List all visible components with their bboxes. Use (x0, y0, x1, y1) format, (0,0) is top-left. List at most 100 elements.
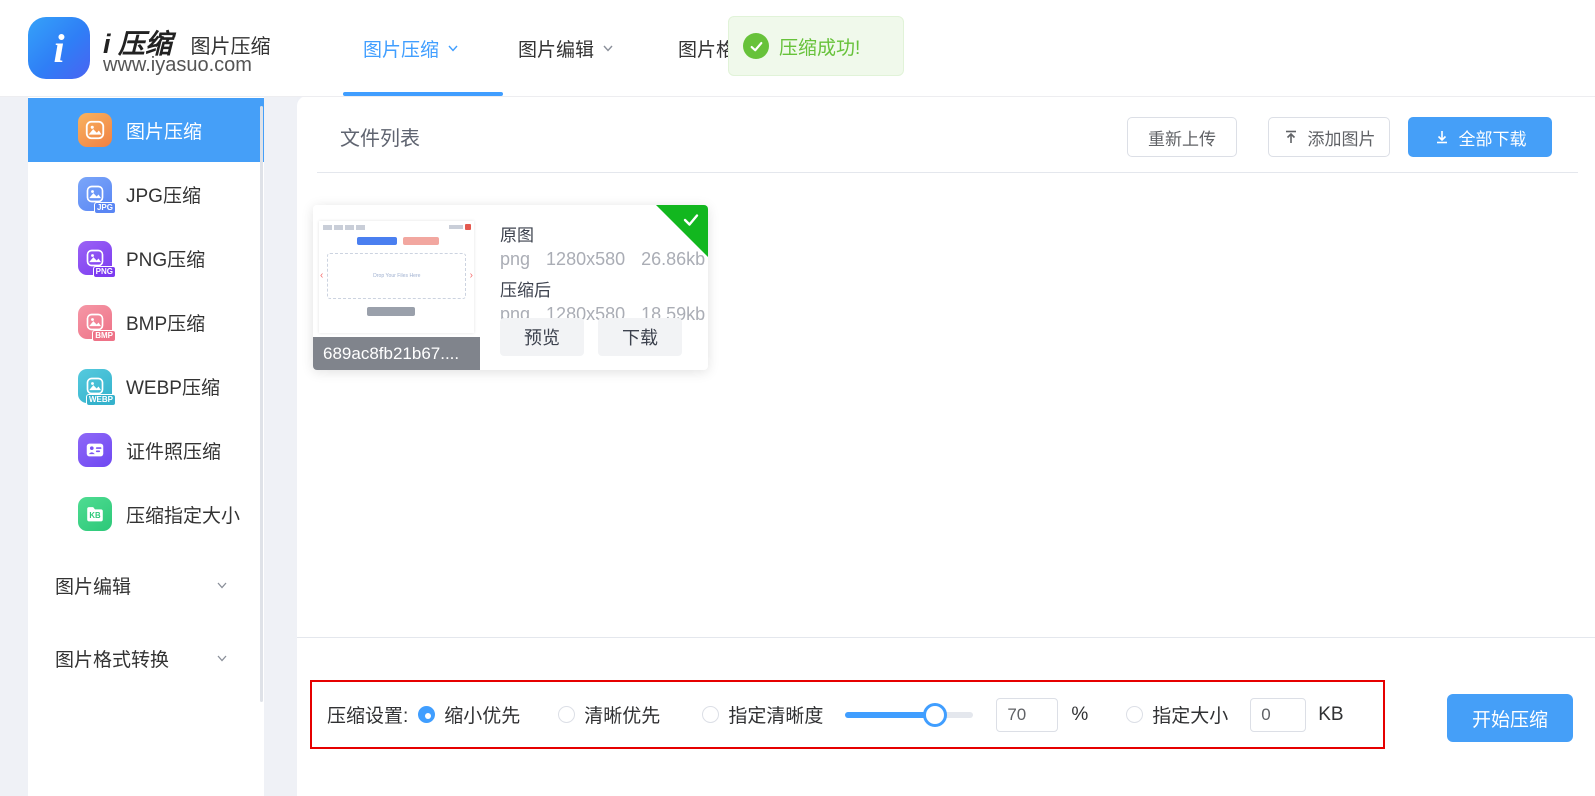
original-dimensions: 1280x580 (546, 249, 625, 270)
original-format: png (500, 249, 530, 270)
success-toast: 压缩成功! (728, 16, 904, 76)
success-check-icon (743, 33, 769, 59)
sidebar-item-label: JPG压缩 (126, 181, 201, 208)
radio-clarity-priority[interactable]: 清晰优先 (558, 701, 660, 728)
radio-button[interactable] (1126, 706, 1143, 723)
file-card: Drop Your Files Here ‹ › 689ac8fb21b67..… (313, 205, 708, 370)
compressed-label: 压缩后 (500, 276, 705, 301)
app-body: 图片压缩 JPG JPG压缩 PNG PNG压缩 BMP (0, 96, 1595, 796)
kb-size-icon: KB (78, 497, 112, 531)
image-compress-icon (78, 113, 112, 147)
section-label: 图片格式转换 (55, 645, 169, 672)
preview-button[interactable]: 预览 (500, 318, 584, 356)
radio-button[interactable] (558, 706, 575, 723)
active-tab-underline (343, 92, 503, 96)
sidebar-scrollbar[interactable] (260, 106, 263, 702)
tab-image-compress[interactable]: 图片压缩 (363, 0, 459, 96)
slider-thumb[interactable] (923, 703, 947, 727)
chevron-down-icon (447, 42, 459, 54)
download-icon (1434, 129, 1450, 145)
chevron-down-icon (216, 652, 228, 664)
jpg-badge: JPG (94, 202, 116, 214)
brand-url: www.iyasuo.com (103, 54, 252, 77)
sidebar-item-id-photo-compress[interactable]: 证件照压缩 (28, 418, 264, 482)
add-images-button[interactable]: 添加图片 (1268, 117, 1390, 157)
reupload-button[interactable]: 重新上传 (1127, 117, 1237, 157)
radio-label: 缩小优先 (444, 701, 520, 728)
compression-settings-bar: 压缩设置: 缩小优先 清晰优先 指定清晰度 % 指定大小 (310, 680, 1385, 749)
svg-text:KB: KB (89, 511, 101, 520)
chevron-down-icon (602, 42, 614, 54)
mini-dropzone: Drop Your Files Here (327, 253, 466, 299)
size-unit: KB (1318, 704, 1343, 726)
sidebar-section-format-convert[interactable]: 图片格式转换 (28, 633, 264, 683)
radio-shrink-priority[interactable]: 缩小优先 (418, 701, 520, 728)
quality-unit: % (1071, 704, 1088, 726)
tab-image-edit[interactable]: 图片编辑 (518, 0, 614, 96)
tab-label: 图片压缩 (363, 35, 439, 62)
content-gutter (264, 96, 297, 796)
radio-specify-clarity[interactable]: 指定清晰度 (702, 701, 823, 728)
radio-button[interactable] (702, 706, 719, 723)
mini-header-right (449, 224, 471, 230)
bmp-badge: BMP (92, 330, 116, 342)
sidebar-item-label: 图片压缩 (126, 117, 202, 144)
app-header: i i 压缩 图片压缩 www.iyasuo.com 图片压缩 图片编辑 图片格… (0, 0, 1595, 96)
bottom-separator (297, 637, 1595, 638)
original-meta: png 1280x580 26.86kb (500, 249, 705, 270)
mini-right-arrow-icon: › (470, 271, 473, 281)
original-size: 26.86kb (641, 249, 705, 270)
filename-text: 689ac8fb21b67.... (323, 344, 459, 364)
sidebar-item-webp-compress[interactable]: WEBP WEBP压缩 (28, 354, 264, 418)
radio-label: 指定清晰度 (728, 701, 823, 728)
main-panel: 文件列表 重新上传 添加图片 全部下载 Drop Your Files H (297, 96, 1595, 796)
sidebar: 图片压缩 JPG JPG压缩 PNG PNG压缩 BMP (28, 96, 264, 796)
section-label: 图片编辑 (55, 572, 131, 599)
webp-badge: WEBP (86, 394, 116, 406)
sidebar-item-label: WEBP压缩 (126, 373, 220, 400)
toast-message: 压缩成功! (779, 33, 860, 60)
thumbnail-mini-page: Drop Your Files Here ‹ › (319, 221, 474, 333)
settings-label: 压缩设置: (327, 701, 408, 728)
slider-fill (845, 712, 935, 718)
add-images-label: 添加图片 (1308, 125, 1376, 150)
mini-clear-button (403, 237, 439, 245)
sidebar-item-image-compress[interactable]: 图片压缩 (28, 98, 264, 162)
sidebar-item-png-compress[interactable]: PNG PNG压缩 (28, 226, 264, 290)
tab-label: 图片编辑 (518, 35, 594, 62)
id-photo-icon (78, 433, 112, 467)
card-buttons: 预览 下载 (500, 318, 682, 356)
logo-letter: i (53, 25, 64, 72)
filename-bar: 689ac8fb21b67.... (313, 337, 480, 370)
sidebar-item-bmp-compress[interactable]: BMP BMP压缩 (28, 290, 264, 354)
sidebar-item-target-size-compress[interactable]: KB 压缩指定大小 (28, 482, 264, 546)
sidebar-item-jpg-compress[interactable]: JPG JPG压缩 (28, 162, 264, 226)
size-input[interactable] (1250, 698, 1306, 732)
mini-upload-button (357, 237, 397, 245)
png-badge: PNG (93, 266, 116, 278)
radio-label: 清晰优先 (584, 701, 660, 728)
reupload-label: 重新上传 (1148, 125, 1216, 150)
quality-slider[interactable] (845, 712, 973, 718)
sidebar-item-label: 证件照压缩 (126, 437, 221, 464)
file-thumbnail[interactable]: Drop Your Files Here ‹ › 689ac8fb21b67..… (313, 205, 480, 370)
sidebar-item-label: 压缩指定大小 (126, 501, 240, 528)
radio-label: 指定大小 (1152, 701, 1228, 728)
chevron-down-icon (216, 579, 228, 591)
download-all-button[interactable]: 全部下载 (1408, 117, 1552, 157)
start-compress-button[interactable]: 开始压缩 (1447, 694, 1573, 742)
download-button[interactable]: 下载 (598, 318, 682, 356)
file-info: 原图 png 1280x580 26.86kb 压缩后 png 1280x580… (500, 215, 705, 325)
sidebar-item-label: PNG压缩 (126, 245, 205, 272)
radio-specify-size[interactable]: 指定大小 (1126, 701, 1228, 728)
mini-left-arrow-icon: ‹ (320, 271, 323, 281)
quality-input[interactable] (996, 698, 1058, 732)
upload-icon (1283, 129, 1299, 145)
left-gray-strip (0, 96, 28, 796)
original-label: 原图 (500, 221, 705, 246)
sidebar-section-image-edit[interactable]: 图片编辑 (28, 560, 264, 610)
mini-format-badges (323, 225, 365, 230)
sidebar-item-label: BMP压缩 (126, 309, 205, 336)
app-logo: i (28, 17, 90, 79)
radio-button-checked[interactable] (418, 706, 435, 723)
